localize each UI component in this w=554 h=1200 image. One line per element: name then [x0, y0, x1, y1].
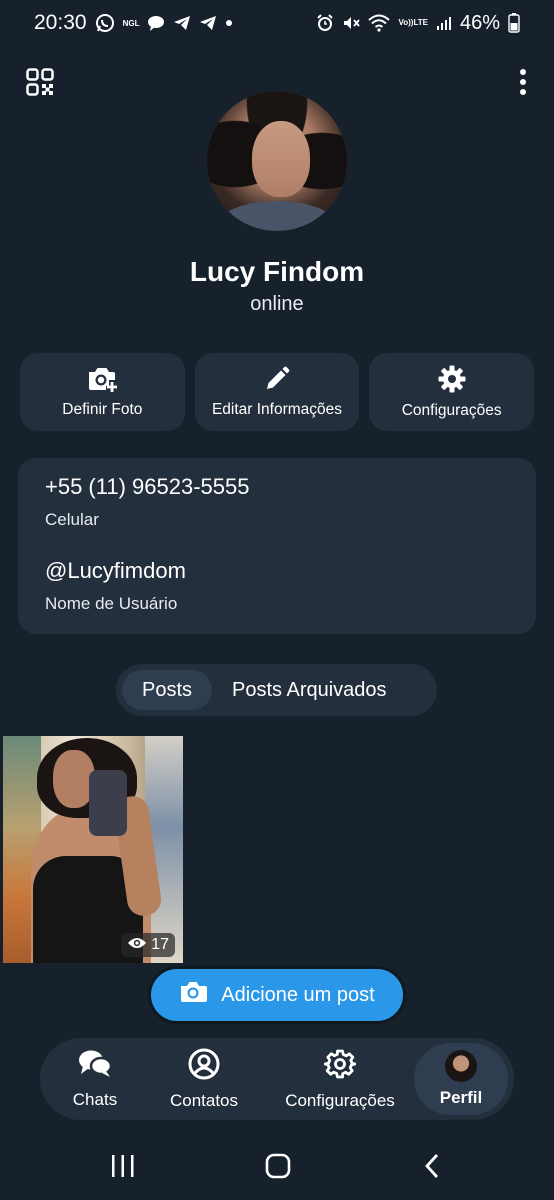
views-count: 17 — [151, 936, 169, 953]
nav-profile[interactable]: Perfil — [414, 1043, 508, 1115]
pencil-icon — [263, 365, 291, 393]
views-badge: 17 — [121, 933, 175, 957]
nav-settings[interactable]: Configurações — [280, 1038, 400, 1120]
status-bar: 20:30 NGL Vo)) LTE 46% — [0, 0, 554, 46]
nav-chats[interactable]: Chats — [60, 1038, 130, 1120]
profile-actions: Definir Foto Editar Informações Configur… — [20, 353, 535, 431]
status-left: 20:30 NGL — [34, 11, 233, 35]
status-right: Vo)) LTE 46% — [316, 12, 520, 35]
settings-label: Configurações — [401, 402, 502, 419]
lte-bottom: LTE — [413, 18, 428, 27]
profile-name: Lucy Findom — [189, 256, 365, 287]
ngl-icon: NGL — [122, 18, 140, 28]
post-figure-phone — [89, 770, 127, 836]
bottom-nav: Chats Contatos Configurações Perfil — [40, 1038, 514, 1120]
lte-indicator: Vo)) LTE — [398, 19, 427, 27]
edit-info-label: Editar Informações — [211, 401, 343, 418]
status-time: 20:30 — [34, 11, 87, 34]
set-photo-label: Definir Foto — [62, 401, 143, 418]
phone-number: +55 (11) 96523-5555 — [45, 474, 250, 499]
info-card: +55 (11) 96523-5555 Celular @Lucyfimdom … — [18, 458, 536, 634]
contact-icon — [188, 1048, 220, 1085]
posts-tabs: Posts Posts Arquivados — [116, 664, 437, 716]
username-block[interactable]: @Lucyfimdom Nome de Usuário — [45, 558, 509, 614]
gear-icon — [323, 1048, 357, 1085]
dot-icon — [225, 19, 233, 27]
system-nav-bar — [0, 1140, 554, 1192]
profile-avatar[interactable] — [207, 91, 347, 231]
back-icon[interactable] — [422, 1152, 442, 1185]
wifi-icon — [368, 14, 391, 32]
whatsapp-icon — [95, 13, 115, 33]
signal-icon — [436, 15, 452, 31]
post-thumbnail[interactable]: 17 — [3, 736, 183, 963]
profile-status: online — [250, 293, 304, 315]
more-vertical-icon[interactable] — [518, 68, 528, 96]
home-icon[interactable] — [264, 1152, 292, 1185]
telegram-icon — [173, 14, 191, 32]
chat-bubble-icon — [147, 14, 165, 32]
tab-posts[interactable]: Posts — [122, 670, 212, 710]
camera-add-icon — [86, 365, 118, 393]
set-photo-button[interactable]: Definir Foto — [20, 353, 185, 431]
edit-info-button[interactable]: Editar Informações — [194, 353, 360, 431]
telegram-icon — [199, 14, 217, 32]
alarm-icon — [316, 14, 334, 32]
settings-button[interactable]: Configurações — [369, 353, 535, 431]
phone-block[interactable]: +55 (11) 96523-5555 Celular — [45, 474, 509, 530]
avatar-face — [252, 121, 310, 197]
mute-icon — [342, 14, 361, 32]
eye-icon — [127, 936, 147, 955]
chat-bubbles-icon — [78, 1049, 113, 1084]
nav-settings-label: Configurações — [285, 1090, 395, 1110]
add-post-button[interactable]: Adicione um post — [148, 966, 406, 1024]
nav-contacts-label: Contatos — [169, 1090, 239, 1110]
battery-percent: 46% — [459, 11, 500, 34]
gear-icon — [437, 364, 467, 394]
tab-archived-posts[interactable]: Posts Arquivados — [212, 670, 407, 710]
add-post-label: Adicione um post — [221, 983, 375, 1006]
nav-profile-label: Perfil — [439, 1088, 483, 1107]
username-label: Nome de Usuário — [45, 594, 178, 613]
nav-contacts[interactable]: Contatos — [164, 1038, 244, 1120]
username: @Lucyfimdom — [45, 558, 186, 583]
lte-top: Vo)) — [398, 18, 414, 27]
nav-chats-label: Chats — [72, 1089, 118, 1109]
camera-icon — [179, 980, 208, 1010]
phone-label: Celular — [45, 510, 99, 529]
recent-apps-icon[interactable] — [110, 1152, 136, 1185]
profile-avatar-small — [445, 1050, 477, 1082]
qr-code-icon[interactable] — [26, 68, 54, 96]
battery-icon — [508, 13, 520, 33]
